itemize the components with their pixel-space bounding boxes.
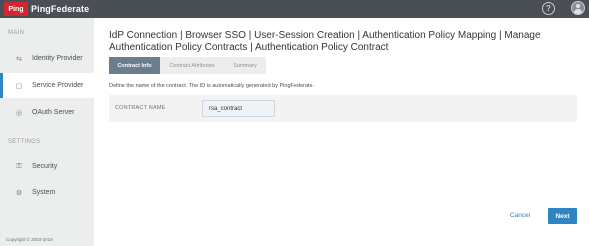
service-provider-icon: ▢ <box>15 82 23 90</box>
tab-contract-attributes[interactable]: Contract Attributes <box>160 57 224 74</box>
contract-name-label: CONTRACT NAME <box>115 105 166 111</box>
breadcrumb: IdP Connection | Browser SSO | User-Sess… <box>109 30 541 53</box>
system-icon: ⚙ <box>15 189 23 197</box>
contract-name-input[interactable] <box>202 100 275 117</box>
sidebar-item-identity-provider[interactable]: ⇆ Identity Provider <box>0 46 94 71</box>
sidebar-item-security[interactable]: ⚿ Security <box>0 154 94 179</box>
sidebar-item-oauth-server[interactable]: ◎ OAuth Server <box>0 100 94 125</box>
tab-contract-info[interactable]: Contract Info <box>109 57 160 74</box>
sidebar-item-label: Service Provider <box>32 82 84 89</box>
user-avatar-icon[interactable] <box>571 1 585 15</box>
oauth-server-icon: ◎ <box>15 109 23 117</box>
help-icon[interactable]: ? <box>542 1 555 15</box>
wizard-tabs: Contract Info Contract Attributes Summar… <box>109 57 266 74</box>
sidebar-heading-main: MAIN <box>8 30 25 36</box>
sidebar-item-service-provider[interactable]: ▢ Service Provider <box>0 73 96 98</box>
contract-name-row: CONTRACT NAME <box>109 95 577 122</box>
cancel-button[interactable]: Cancel <box>510 212 530 219</box>
copyright-text: Copyright © 2003-2019 <box>6 237 53 242</box>
sidebar-item-label: Identity Provider <box>32 55 83 62</box>
top-icons: ? <box>542 1 585 15</box>
sidebar-item-label: System <box>32 189 56 196</box>
lock-icon: ⚿ <box>16 162 22 170</box>
sidebar-heading-settings: SETTINGS <box>8 139 41 145</box>
page-description: Define the name of the contract. The ID … <box>109 83 315 89</box>
product-name: PingFederate <box>31 4 90 14</box>
tab-summary[interactable]: Summary <box>224 57 266 74</box>
identity-provider-icon: ⇆ <box>16 55 22 63</box>
top-bar: Ping PingFederate ? <box>0 0 589 18</box>
sidebar: MAIN ⇆ Identity Provider ▢ Service Provi… <box>0 18 96 246</box>
sidebar-item-system[interactable]: ⚙ System <box>0 180 94 205</box>
sidebar-item-label: Security <box>32 163 58 170</box>
sidebar-item-label: OAuth Server <box>32 109 75 116</box>
next-button[interactable]: Next <box>548 208 577 224</box>
ping-federate-logo[interactable]: Ping PingFederate <box>4 2 89 16</box>
ping-logo-mark: Ping <box>4 2 28 16</box>
